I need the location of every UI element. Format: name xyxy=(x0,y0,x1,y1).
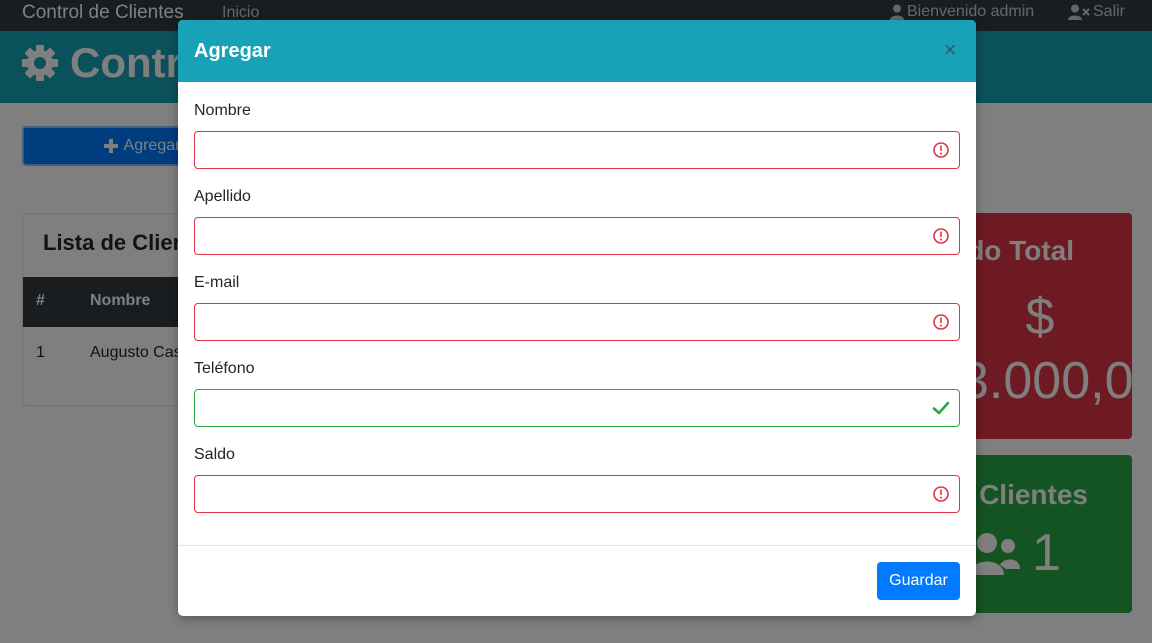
modal-title: Agregar xyxy=(194,40,271,62)
modal-footer-divider xyxy=(178,545,976,546)
field-label-email: E-mail xyxy=(194,274,240,291)
email-input[interactable] xyxy=(194,303,960,341)
check-icon xyxy=(932,401,950,415)
error-icon xyxy=(933,486,949,502)
field-label-apellido: Apellido xyxy=(194,188,251,205)
telefono-input[interactable] xyxy=(194,389,960,427)
error-icon xyxy=(933,228,949,244)
apellido-input[interactable] xyxy=(194,217,960,255)
error-icon xyxy=(933,142,949,158)
field-label-saldo: Saldo xyxy=(194,446,235,463)
saldo-input[interactable] xyxy=(194,475,960,513)
modal-header: Agregar × xyxy=(178,20,976,82)
add-client-modal: Agregar × Nombre Apellido E-mail Teléfon… xyxy=(178,20,976,616)
close-icon[interactable]: × xyxy=(940,39,960,61)
error-icon xyxy=(933,314,949,330)
field-label-nombre: Nombre xyxy=(194,102,251,119)
field-label-telefono: Teléfono xyxy=(194,360,255,377)
nombre-input[interactable] xyxy=(194,131,960,169)
save-button[interactable]: Guardar xyxy=(877,562,960,600)
